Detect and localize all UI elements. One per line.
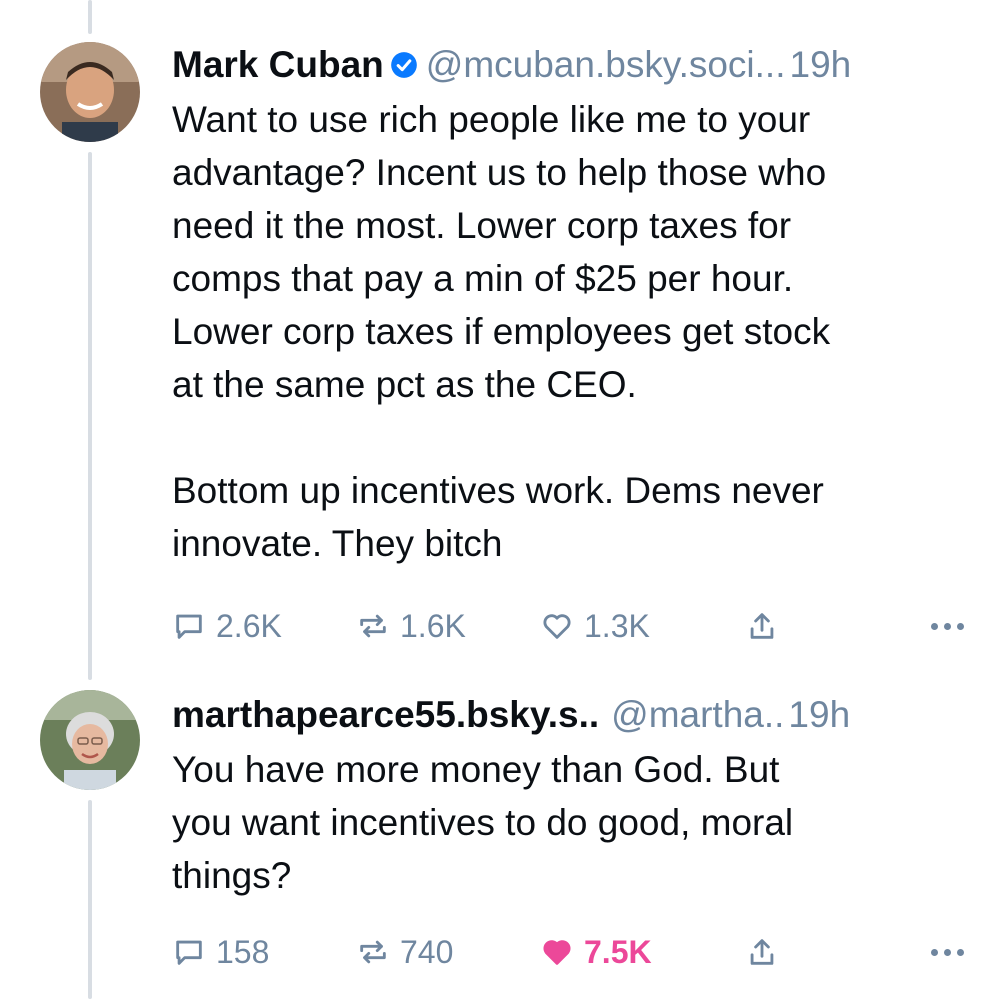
author-handle[interactable]: @martha.. bbox=[611, 694, 784, 736]
like-button[interactable]: 7.5K bbox=[540, 930, 652, 974]
post-1[interactable]: Mark Cuban @mcuban.bsky.soci... 19h Want… bbox=[172, 40, 964, 570]
reply-count: 158 bbox=[216, 933, 270, 970]
share-icon bbox=[750, 613, 774, 639]
reply-button[interactable]: 158 bbox=[172, 930, 269, 974]
author-name[interactable]: Mark Cuban bbox=[172, 44, 384, 86]
verified-badge-icon bbox=[390, 52, 417, 78]
reply-count: 2.6K bbox=[216, 607, 282, 644]
like-icon bbox=[543, 940, 571, 965]
post-time[interactable]: 19h bbox=[790, 44, 852, 86]
share-icon bbox=[750, 939, 774, 965]
post-2-actions: 158 740 7.5K bbox=[172, 930, 964, 974]
avatar-mark-cuban[interactable] bbox=[40, 42, 140, 142]
post-2[interactable]: marthapearce55.bsky.s.. @martha.. 19h Yo… bbox=[172, 690, 964, 902]
share-button[interactable] bbox=[742, 604, 782, 648]
post-time[interactable]: 19h bbox=[788, 694, 850, 736]
repost-button[interactable]: 1.6K bbox=[356, 604, 466, 648]
more-options-button[interactable] bbox=[931, 604, 964, 648]
reply-icon bbox=[176, 940, 202, 965]
author-name[interactable]: marthapearce55.bsky.s.. bbox=[172, 694, 599, 736]
more-icon bbox=[931, 948, 938, 956]
like-button[interactable]: 1.3K bbox=[540, 604, 650, 648]
post-header: marthapearce55.bsky.s.. @martha.. 19h bbox=[172, 690, 964, 740]
like-count: 1.3K bbox=[584, 607, 650, 644]
avatar-marthapearce55[interactable] bbox=[40, 690, 140, 790]
repost-button[interactable]: 740 bbox=[356, 930, 453, 974]
more-icon bbox=[931, 622, 938, 630]
like-icon bbox=[543, 614, 571, 639]
post-text: Want to use rich people like me to your … bbox=[172, 99, 831, 564]
repost-icon bbox=[360, 940, 386, 964]
reply-icon bbox=[176, 614, 202, 639]
repost-count: 1.6K bbox=[400, 607, 466, 644]
post-text: You have more money than God. But you wa… bbox=[172, 749, 794, 896]
repost-icon bbox=[360, 614, 386, 638]
repost-count: 740 bbox=[400, 933, 454, 970]
thread-line-middle bbox=[88, 152, 92, 680]
post-header: Mark Cuban @mcuban.bsky.soci... 19h bbox=[172, 40, 964, 90]
more-options-button[interactable] bbox=[931, 930, 964, 974]
thread-line-top bbox=[88, 0, 92, 34]
share-button[interactable] bbox=[742, 930, 782, 974]
like-count: 7.5K bbox=[584, 933, 652, 970]
author-handle[interactable]: @mcuban.bsky.soci... bbox=[426, 44, 786, 86]
post-1-actions: 2.6K 1.6K 1.3K bbox=[172, 604, 964, 648]
thread-line-bottom bbox=[88, 800, 92, 999]
reply-button[interactable]: 2.6K bbox=[172, 604, 282, 648]
